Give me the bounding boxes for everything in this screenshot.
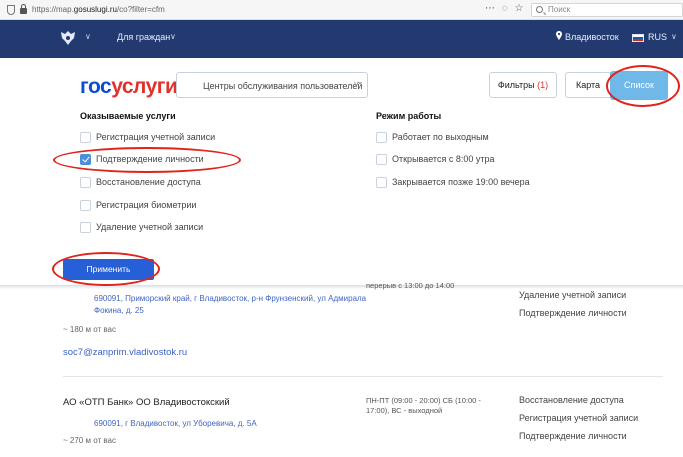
lock-icon[interactable] — [20, 4, 27, 14]
search-placeholder: Поиск — [548, 5, 571, 14]
flag-icon[interactable] — [632, 34, 644, 42]
result-address-line2[interactable]: Фокина, д. 25 — [94, 306, 144, 315]
result-distance: ~ 180 м от вас — [63, 325, 116, 334]
city-selector[interactable]: Владивосток — [565, 32, 619, 42]
filters-button[interactable]: Фильтры (1) — [489, 72, 557, 98]
result-service: Регистрация учетной записи — [519, 413, 639, 423]
option-label: Открывается с 8:00 утра — [392, 154, 495, 164]
search-icon — [536, 6, 543, 13]
result-address[interactable]: 690091, Приморский край, г Владивосток, … — [94, 294, 366, 303]
result-distance: ~ 270 м от вас — [63, 436, 116, 445]
option-label: Регистрация биометрии — [96, 200, 197, 210]
chevron-down-icon[interactable]: ∨ — [85, 32, 91, 41]
location-pin-icon — [556, 31, 562, 40]
annotation-ellipse — [606, 65, 680, 107]
checkbox[interactable] — [376, 177, 387, 188]
annotation-ellipse — [52, 252, 160, 286]
result-hours: перерыв с 13:00 до 14:00 — [366, 281, 455, 290]
option-label: Регистрация учетной записи — [96, 132, 216, 142]
citizens-menu[interactable]: Для граждан — [117, 32, 170, 42]
result-service: Восстановление доступа — [519, 395, 624, 405]
service-option-account-deletion[interactable]: Удаление учетной записи — [80, 221, 280, 235]
chevron-down-icon: ∨ — [353, 79, 360, 89]
browser-actions: ⋯ ◌ ☆ — [485, 3, 527, 14]
annotation-ellipse — [53, 147, 241, 173]
services-filter-title: Оказываемые услуги — [80, 111, 176, 121]
pocket-icon[interactable]: ◌ — [502, 3, 508, 14]
language-selector[interactable]: RUS — [648, 32, 667, 42]
service-option-biometrics[interactable]: Регистрация биометрии — [80, 199, 280, 213]
filters-count-badge: (1) — [537, 80, 549, 90]
option-label: Работает по выходным — [392, 132, 489, 142]
option-label: Восстановление доступа — [96, 177, 201, 187]
checkbox[interactable] — [80, 200, 91, 211]
hours-option-closes-after-7pm[interactable]: Закрывается позже 19:00 вечера — [376, 176, 596, 190]
address-bar[interactable]: https://map.gosuslugi.ru/co?filter=cfm — [32, 5, 165, 14]
service-type-select[interactable]: Центры обслуживания пользователей ∨ — [176, 72, 368, 98]
checkbox[interactable] — [80, 177, 91, 188]
checkbox[interactable] — [80, 132, 91, 143]
gosuslugi-logo[interactable]: госуслуги — [80, 75, 178, 99]
hours-filter-title: Режим работы — [376, 111, 442, 121]
result-hours-line2: 17:00), ВС - выходной — [366, 406, 443, 415]
service-option-registration[interactable]: Регистрация учетной записи — [80, 131, 280, 145]
chevron-down-icon[interactable]: ∨ — [671, 32, 677, 41]
checkbox[interactable] — [376, 154, 387, 165]
checkbox[interactable] — [376, 132, 387, 143]
browser-toolbar: https://map.gosuslugi.ru/co?filter=cfm ⋯… — [0, 0, 683, 20]
result-service: Подтверждение личности — [519, 431, 627, 441]
checkbox[interactable] — [80, 222, 91, 233]
result-email-link[interactable]: soc7@zanprim.vladivostok.ru — [63, 347, 187, 358]
hours-option-opens-8am[interactable]: Открывается с 8:00 утра — [376, 153, 576, 167]
result-service: Подтверждение личности — [519, 308, 627, 318]
map-view-button[interactable]: Карта — [565, 72, 611, 98]
hours-option-weekends[interactable]: Работает по выходным — [376, 131, 576, 145]
coat-of-arms-icon[interactable] — [58, 29, 78, 47]
shield-icon[interactable] — [7, 5, 15, 15]
result-org-name[interactable]: АО «ОТП Банк» ОО Владивостокский — [63, 397, 230, 408]
result-divider — [63, 376, 663, 377]
main-panel: госуслуги Центры обслуживания пользовате… — [0, 58, 683, 457]
service-option-access-recovery[interactable]: Восстановление доступа — [80, 176, 280, 190]
result-address[interactable]: 690091, г Владивосток, ул Уборевича, д. … — [94, 419, 257, 428]
service-type-value: Центры обслуживания пользователей — [203, 81, 363, 91]
more-icon[interactable]: ⋯ — [485, 3, 495, 14]
option-label: Закрывается позже 19:00 вечера — [392, 177, 530, 187]
bookmark-star-icon[interactable]: ☆ — [515, 3, 524, 14]
result-hours: ПН-ПТ (09:00 - 20:00) СБ (10:00 - — [366, 396, 481, 405]
chevron-down-icon[interactable]: ∨ — [170, 32, 176, 41]
result-service: Удаление учетной записи — [519, 290, 627, 300]
option-label: Удаление учетной записи — [96, 222, 204, 232]
browser-search-input[interactable]: Поиск — [531, 3, 683, 17]
site-header: ∨ Для граждан ∨ Владивосток RUS ∨ — [0, 20, 683, 58]
